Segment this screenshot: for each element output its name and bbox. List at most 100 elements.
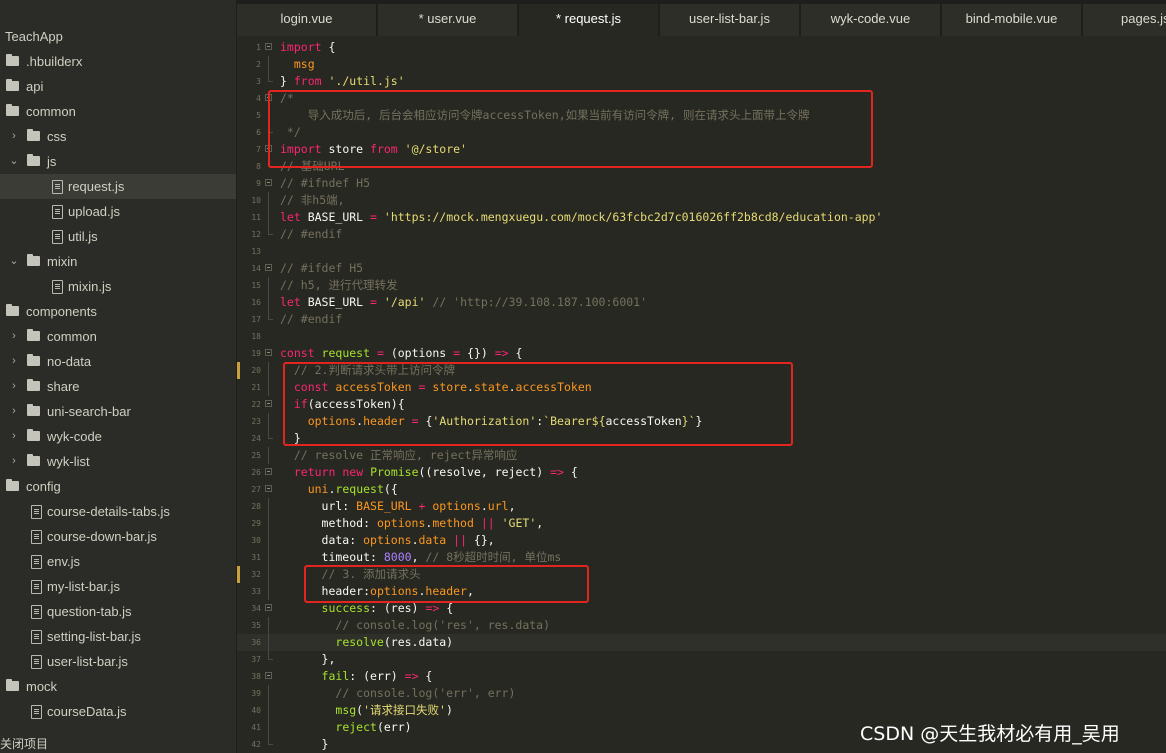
tree-item-label: env.js <box>47 554 80 569</box>
code-line[interactable]: 2 msg <box>237 56 1166 73</box>
tree-folder[interactable]: ⌄ mixin <box>0 249 236 274</box>
code-line[interactable]: 3} from './util.js' <box>237 73 1166 90</box>
code-token: request <box>335 482 384 496</box>
code-token: : (res) <box>370 601 426 615</box>
fold-toggle-icon[interactable] <box>265 672 272 679</box>
chevron-right-icon[interactable]: › <box>9 374 19 399</box>
code-line[interactable]: 13 <box>237 243 1166 260</box>
tree-file[interactable]: my-list-bar.js <box>0 574 236 599</box>
fold-guide <box>268 651 273 660</box>
fold-toggle-icon[interactable] <box>265 264 272 271</box>
tree-folder[interactable]: › css <box>0 124 236 149</box>
tree-folder[interactable]: › wyk-list <box>0 449 236 474</box>
tree-folder[interactable]: › wyk-code <box>0 424 236 449</box>
code-line[interactable]: 31 timeout: 8000, // 8秒超时时间, 单位ms <box>237 549 1166 566</box>
tree-folder[interactable]: › share <box>0 374 236 399</box>
code-line[interactable]: 29 method: options.method || 'GET', <box>237 515 1166 532</box>
tree-folder[interactable]: › uni-search-bar <box>0 399 236 424</box>
code-line[interactable]: 15 // h5, 进行代理转发 <box>237 277 1166 294</box>
chevron-right-icon[interactable]: › <box>9 324 19 349</box>
chevron-right-icon[interactable]: › <box>9 349 19 374</box>
chevron-down-icon[interactable]: ⌄ <box>9 149 19 174</box>
code-line[interactable]: 39 // console.log('err', err) <box>237 685 1166 702</box>
close-project-button[interactable]: 关闭项目 <box>0 736 48 753</box>
tree-item-label: my-list-bar.js <box>47 579 120 594</box>
tree-folder[interactable]: › no-data <box>0 349 236 374</box>
code-line[interactable]: 25 // resolve 正常响应, reject异常响应 <box>237 447 1166 464</box>
editor-tab[interactable]: wyk-code.vue <box>801 4 941 36</box>
editor-tab[interactable]: user-list-bar.js <box>660 4 800 36</box>
chevron-right-icon[interactable]: › <box>9 424 19 449</box>
fold-toggle-icon[interactable] <box>265 468 272 475</box>
tree-file[interactable]: courseData.js <box>0 699 236 724</box>
code-line[interactable]: 10 // 非h5端, <box>237 192 1166 209</box>
tree-file[interactable]: user-list-bar.js <box>0 649 236 674</box>
editor-tab[interactable]: * request.js <box>519 4 659 36</box>
tree-folder[interactable]: › common <box>0 324 236 349</box>
code-line[interactable]: 37 }, <box>237 651 1166 668</box>
line-number: 3 <box>256 77 261 86</box>
tree-file[interactable]: course-down-bar.js <box>0 524 236 549</box>
line-number: 5 <box>256 111 261 120</box>
code-token: } <box>280 737 329 751</box>
tree-folder[interactable]: components <box>0 299 236 324</box>
chevron-right-icon[interactable]: › <box>9 124 19 149</box>
code-line[interactable]: 27 uni.request({ <box>237 481 1166 498</box>
chevron-right-icon[interactable]: › <box>9 449 19 474</box>
code-editor[interactable]: 42 } 41 reject(err) 40 msg('请求接口失败') 39 // … <box>237 36 1166 753</box>
tree-file[interactable]: upload.js <box>0 199 236 224</box>
tree-file[interactable]: question-tab.js <box>0 599 236 624</box>
editor-tab[interactable]: * user.vue <box>378 4 518 36</box>
tree-file[interactable]: course-details-tabs.js <box>0 499 236 524</box>
code-line[interactable]: 40 msg('请求接口失败') <box>237 702 1166 719</box>
project-title[interactable]: TeachApp <box>5 28 63 46</box>
tree-file[interactable]: env.js <box>0 549 236 574</box>
fold-toggle-icon[interactable] <box>265 604 272 611</box>
code-text: return new Promise((resolve, reject) => … <box>280 464 578 481</box>
code-line[interactable]: 35 // console.log('res', res.data) <box>237 617 1166 634</box>
tree-folder[interactable]: api <box>0 74 236 99</box>
tree-folder[interactable]: mock <box>0 674 236 699</box>
code-line[interactable]: 30 data: options.data || {}, <box>237 532 1166 549</box>
code-line[interactable]: 26 return new Promise((resolve, reject) … <box>237 464 1166 481</box>
editor-tab[interactable]: login.vue <box>237 4 377 36</box>
editor-tab[interactable]: pages.json <box>1083 4 1166 36</box>
code-line[interactable]: 16 let BASE_URL = '/api' // 'http://39.10… <box>237 294 1166 311</box>
code-line[interactable]: 14 // #ifdef H5 <box>237 260 1166 277</box>
tree-folder[interactable]: .hbuilderx <box>0 49 236 74</box>
fold-toggle-icon[interactable] <box>265 485 272 492</box>
code-text: timeout: 8000, // 8秒超时时间, 单位ms <box>280 549 562 566</box>
fold-guide <box>268 566 269 583</box>
tree-file[interactable]: mixin.js <box>0 274 236 299</box>
code-line[interactable]: 38 fail: (err) => { <box>237 668 1166 685</box>
code-line[interactable]: 12 // #endif <box>237 226 1166 243</box>
tree-file[interactable]: util.js <box>0 224 236 249</box>
fold-toggle-icon[interactable] <box>265 43 272 50</box>
tree-folder[interactable]: config <box>0 474 236 499</box>
code-token: { <box>508 346 523 360</box>
fold-toggle-icon[interactable] <box>265 400 272 407</box>
fold-toggle-icon[interactable] <box>265 179 272 186</box>
code-token: BASE_URL <box>300 295 371 309</box>
code-line[interactable]: 28 url: BASE_URL + options.url, <box>237 498 1166 515</box>
code-line[interactable]: 18 <box>237 328 1166 345</box>
tree-folder[interactable]: common <box>0 99 236 124</box>
code-text: // #endif <box>280 311 342 328</box>
code-line[interactable]: 36 resolve(res.data) <box>237 634 1166 651</box>
tree-file[interactable]: request.js <box>0 174 236 199</box>
editor-tab[interactable]: bind-mobile.vue <box>942 4 1082 36</box>
code-line[interactable]: 1 import { <box>237 39 1166 56</box>
code-line[interactable]: 11 let BASE_URL = 'https://mock.mengxuegu… <box>237 209 1166 226</box>
code-line[interactable]: 17 // #endif <box>237 311 1166 328</box>
chevron-right-icon[interactable]: › <box>9 399 19 424</box>
fold-guide <box>268 73 273 82</box>
code-text: let BASE_URL = '/api' // 'http://39.108.… <box>280 294 647 311</box>
tree-folder[interactable]: ⌄ js <box>0 149 236 174</box>
tree-file[interactable]: setting-list-bar.js <box>0 624 236 649</box>
code-token: => <box>404 669 419 683</box>
chevron-down-icon[interactable]: ⌄ <box>9 249 19 274</box>
code-line[interactable]: 9 // #ifndef H5 <box>237 175 1166 192</box>
fold-toggle-icon[interactable] <box>265 349 272 356</box>
code-line[interactable]: 19 const request = (options = {}) => { <box>237 345 1166 362</box>
fold-guide <box>268 56 269 73</box>
